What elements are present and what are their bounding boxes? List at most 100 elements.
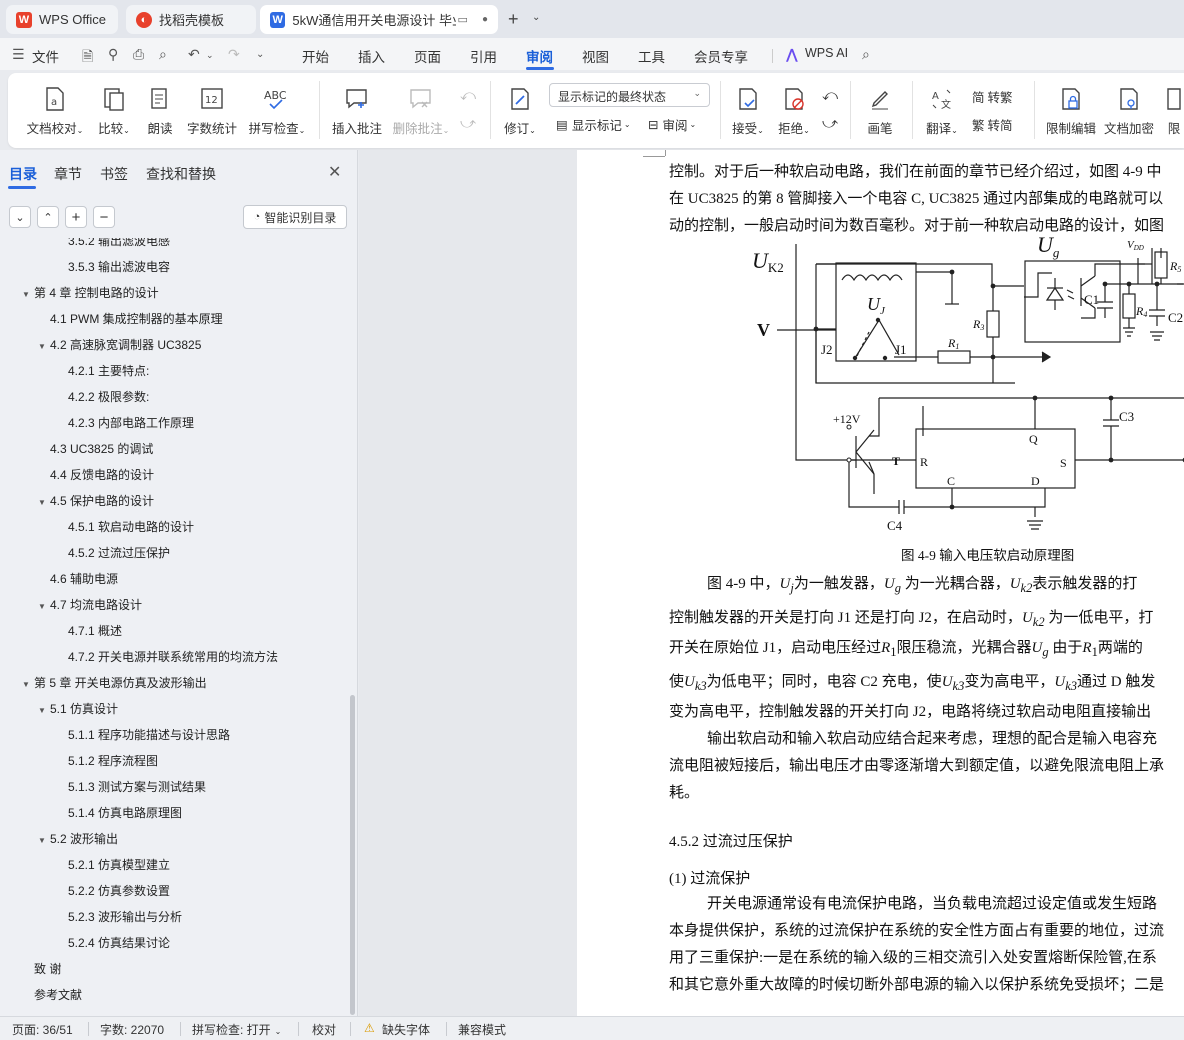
undo-dropdown-icon[interactable]: ⌄ — [206, 50, 214, 61]
nav-scrollbar[interactable] — [350, 695, 355, 1015]
more-chevron-icon[interactable]: ⌄ — [256, 49, 264, 60]
menu-insert[interactable]: 插入 — [358, 46, 385, 66]
markup-view-select[interactable]: 显示标记的最终状态 ⌄ — [549, 83, 710, 107]
expand-triangle-icon[interactable]: ▼ — [38, 706, 50, 715]
toc-item[interactable]: ▼ 4.5 保护电路的设计 — [38, 492, 154, 509]
toc-item[interactable]: 4.2.1 主要特点: — [68, 362, 149, 379]
search-icon[interactable]: ⌕ — [862, 46, 870, 63]
print-preview-icon[interactable]: ⌕ — [159, 46, 167, 63]
translate-button[interactable]: A文 翻译⌄ — [922, 73, 962, 137]
remove-heading-button[interactable]: − — [93, 206, 115, 228]
toc-item[interactable]: 4.2.2 极限参数: — [68, 388, 149, 405]
toc-item[interactable]: 4.6 辅助电源 — [50, 570, 118, 587]
expand-triangle-icon[interactable]: ▼ — [38, 498, 50, 507]
insert-comment-button[interactable]: 插入批注 — [330, 73, 384, 137]
nav-tab-toc[interactable]: 目录 — [9, 164, 37, 184]
unsaved-dot-icon[interactable]: ● — [482, 14, 488, 25]
spell-check-button[interactable]: ABC 拼写检查⌄ — [246, 73, 308, 137]
smart-toc-button[interactable]: ◔ 智能识别目录 — [243, 205, 347, 229]
toc-item[interactable]: 5.1.4 仿真电路原理图 — [68, 804, 182, 821]
status-page[interactable]: 页面: 36/51 — [12, 1021, 73, 1038]
expand-triangle-icon[interactable]: ▼ — [38, 836, 50, 845]
reject-button[interactable]: 拒绝⌄ — [774, 73, 814, 137]
menu-wps-ai[interactable]: WPS AI — [805, 46, 848, 60]
add-heading-button[interactable]: + — [65, 206, 87, 228]
toc-item[interactable]: ▼ 5.2 波形输出 — [38, 830, 118, 847]
status-missing-font[interactable]: 缺失字体 — [382, 1021, 430, 1038]
status-word-count[interactable]: 字数: 22070 — [100, 1021, 164, 1038]
status-spell-check[interactable]: 拼写检查: 打开 ⌄ — [192, 1021, 281, 1038]
toc-item[interactable]: 5.1.3 测试方案与测试结果 — [68, 778, 206, 795]
toc-item[interactable]: 4.7.1 概述 — [68, 622, 122, 639]
toc-item[interactable]: 4.4 反馈电路的设计 — [50, 466, 154, 483]
toc-item[interactable]: 4.1 PWM 集成控制器的基本原理 — [50, 310, 223, 327]
expand-triangle-icon[interactable]: ▼ — [22, 290, 34, 299]
close-icon[interactable]: ✕ — [328, 162, 341, 182]
print-icon[interactable]: ⎙ — [133, 46, 144, 63]
review-pane-button[interactable]: ⊟ 审阅 ⌄ — [648, 115, 696, 134]
toc-item[interactable]: 3.5.2 输出滤波电感 — [68, 238, 170, 249]
encrypt-button[interactable]: 文档加密 — [1102, 73, 1156, 137]
accept-button[interactable]: 接受⌄ — [728, 73, 768, 137]
show-markup-button[interactable]: ▤ 显示标记 ⌄ — [556, 115, 631, 134]
toc-item[interactable]: ▼ 第 5 章 开关电源仿真及波形输出 — [22, 674, 207, 691]
expand-triangle-icon[interactable]: ▼ — [22, 680, 34, 689]
toc-item[interactable]: 4.2.3 内部电路工作原理 — [68, 414, 194, 431]
menu-file[interactable]: 文件 — [32, 46, 59, 66]
compare-button[interactable]: 比较⌄ — [92, 73, 136, 137]
status-proof[interactable]: 校对 — [312, 1021, 336, 1038]
toc-item[interactable]: ▼ 5.1 仿真设计 — [38, 700, 118, 717]
tab-wps-office[interactable]: W WPS Office — [6, 5, 118, 34]
word-count-button[interactable]: 12 字数统计 — [184, 73, 240, 137]
hamburger-icon[interactable]: ☰ — [12, 46, 25, 63]
expand-triangle-icon[interactable]: ▼ — [38, 342, 50, 351]
toc-item[interactable]: 3.5.3 输出滤波电容 — [68, 258, 170, 275]
chevron-down-icon[interactable]: ⌄ — [532, 12, 540, 23]
doc-check-button[interactable]: a 文档校对⌄ — [24, 73, 86, 137]
nav-tab-find-replace[interactable]: 查找和替换 — [146, 164, 216, 184]
toc-item[interactable]: 参考文献 — [34, 986, 82, 1003]
document-page[interactable]: 控制。对于后一种软启动电路，我们在前面的章节已经介绍过，如图 4-9 中 在 U… — [577, 150, 1184, 1016]
expand-triangle-icon[interactable]: ▼ — [38, 602, 50, 611]
menu-view[interactable]: 视图 — [582, 46, 609, 66]
revise-button[interactable]: 修订⌄ — [500, 73, 540, 137]
collapse-all-button[interactable]: ⌄ — [9, 206, 31, 228]
toc-item[interactable]: 4.7.2 开关电源并联系统常用的均流方法 — [68, 648, 278, 665]
more-ribbon-button[interactable]: 限 — [1164, 73, 1184, 137]
to-traditional-button[interactable]: 简 转繁 — [972, 87, 1013, 106]
pen-button[interactable]: 画笔 — [862, 73, 898, 137]
toc-item[interactable]: 致 谢 — [34, 960, 61, 977]
restrict-edit-button[interactable]: 限制编辑 — [1044, 73, 1098, 137]
toc-item[interactable]: 4.3 UC3825 的调试 — [50, 440, 153, 457]
menu-page[interactable]: 页面 — [414, 46, 441, 66]
toc-item[interactable]: 5.1.2 程序流程图 — [68, 752, 158, 769]
toc-item[interactable]: ▼ 第 4 章 控制电路的设计 — [22, 284, 159, 301]
menu-start[interactable]: 开始 — [302, 46, 329, 66]
tab-document[interactable]: W 5kW通信用开关电源设计 毕业 ▭ ● — [260, 5, 498, 34]
toc-item[interactable]: 5.2.2 仿真参数设置 — [68, 882, 170, 899]
menu-review[interactable]: 审阅 — [526, 46, 553, 66]
save-icon[interactable]: 🗎 — [82, 46, 93, 70]
share-icon[interactable]: ⚲ — [108, 46, 118, 63]
toc-item[interactable]: ▼ 4.2 高速脉宽调制器 UC3825 — [38, 336, 201, 353]
to-simplified-button[interactable]: 繁 转简 — [972, 115, 1013, 134]
toc-item[interactable]: 4.5.2 过流过压保护 — [68, 544, 170, 561]
toc-item[interactable]: ▼ 4.7 均流电路设计 — [38, 596, 142, 613]
toc-item[interactable]: 5.1.1 程序功能描述与设计思路 — [68, 726, 230, 743]
new-tab-icon[interactable]: + — [508, 9, 519, 30]
toc-item[interactable]: 5.2.4 仿真结果讨论 — [68, 934, 170, 951]
toc-item[interactable]: 5.2.1 仿真模型建立 — [68, 856, 170, 873]
nav-tab-bookmarks[interactable]: 书签 — [100, 164, 128, 184]
toc-item[interactable]: 5.2.3 波形输出与分析 — [68, 908, 182, 925]
undo-icon[interactable]: ↶ — [188, 46, 200, 63]
next-change-icon[interactable]: ⤻ — [822, 115, 838, 132]
menu-member[interactable]: 会员专享 — [694, 46, 748, 66]
nav-tab-chapters[interactable]: 章节 — [54, 164, 82, 184]
menu-reference[interactable]: 引用 — [470, 46, 497, 66]
expand-up-button[interactable]: ⌃ — [37, 206, 59, 228]
menu-tools[interactable]: 工具 — [638, 46, 665, 66]
toc-item[interactable]: 4.5.1 软启动电路的设计 — [68, 518, 194, 535]
prev-change-icon[interactable]: ⤺ — [822, 87, 838, 104]
read-aloud-button[interactable]: 朗读 — [142, 73, 178, 137]
tab-templates[interactable]: ◐ 找稻壳模板 — [126, 5, 256, 34]
